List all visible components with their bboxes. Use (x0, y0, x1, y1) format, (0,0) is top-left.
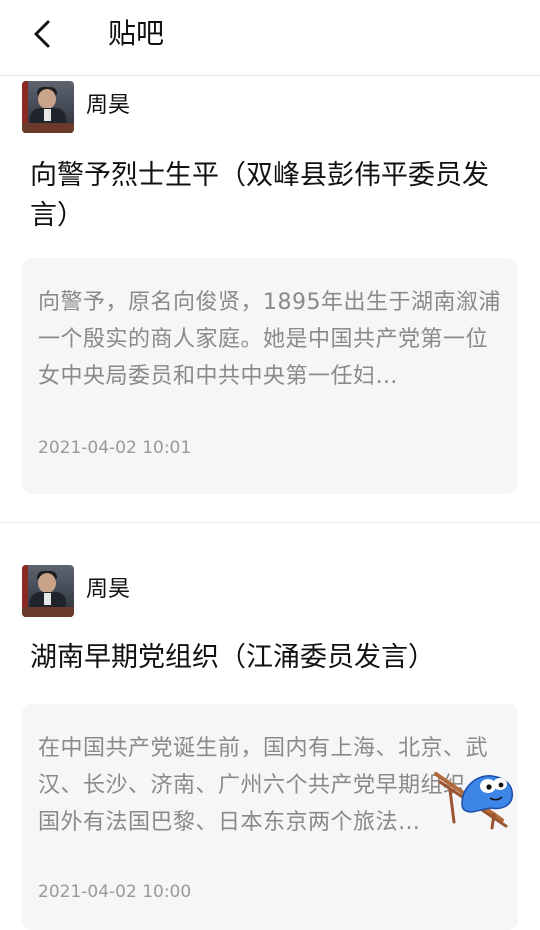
author-avatar[interactable] (22, 81, 74, 133)
post-timestamp: 2021-04-02 10:01 (38, 438, 192, 458)
page-title: 贴吧 (108, 17, 165, 50)
post-title[interactable]: 湖南早期党组织（江涌委员发言） (30, 638, 520, 678)
post-title[interactable]: 向警予烈士生平（双峰县彭伟平委员发言） (30, 156, 520, 236)
chevron-left-icon (34, 20, 50, 48)
floating-mascot-icon[interactable] (432, 760, 526, 830)
post-card[interactable]: 周昊 向警予烈士生平（双峰县彭伟平委员发言） 向警予，原名向俊贤，1895年出生… (0, 76, 540, 522)
post-excerpt: 向警予，原名向俊贤，1895年出生于湖南溆浦一个殷实的商人家庭。她是中国共产党第… (38, 290, 501, 389)
post-preview[interactable]: 向警予，原名向俊贤，1895年出生于湖南溆浦一个殷实的商人家庭。她是中国共产党第… (22, 258, 518, 494)
author-name[interactable]: 周昊 (86, 576, 130, 604)
author-name[interactable]: 周昊 (86, 92, 130, 120)
post-timestamp: 2021-04-02 10:00 (38, 882, 192, 902)
back-button[interactable] (22, 14, 62, 54)
top-bar: 贴吧 (0, 0, 540, 76)
author-avatar[interactable] (22, 565, 74, 617)
post-card[interactable]: 周昊 湖南早期党组织（江涌委员发言） 在中国共产党诞生前，国内有上海、北京、武汉… (0, 522, 540, 930)
